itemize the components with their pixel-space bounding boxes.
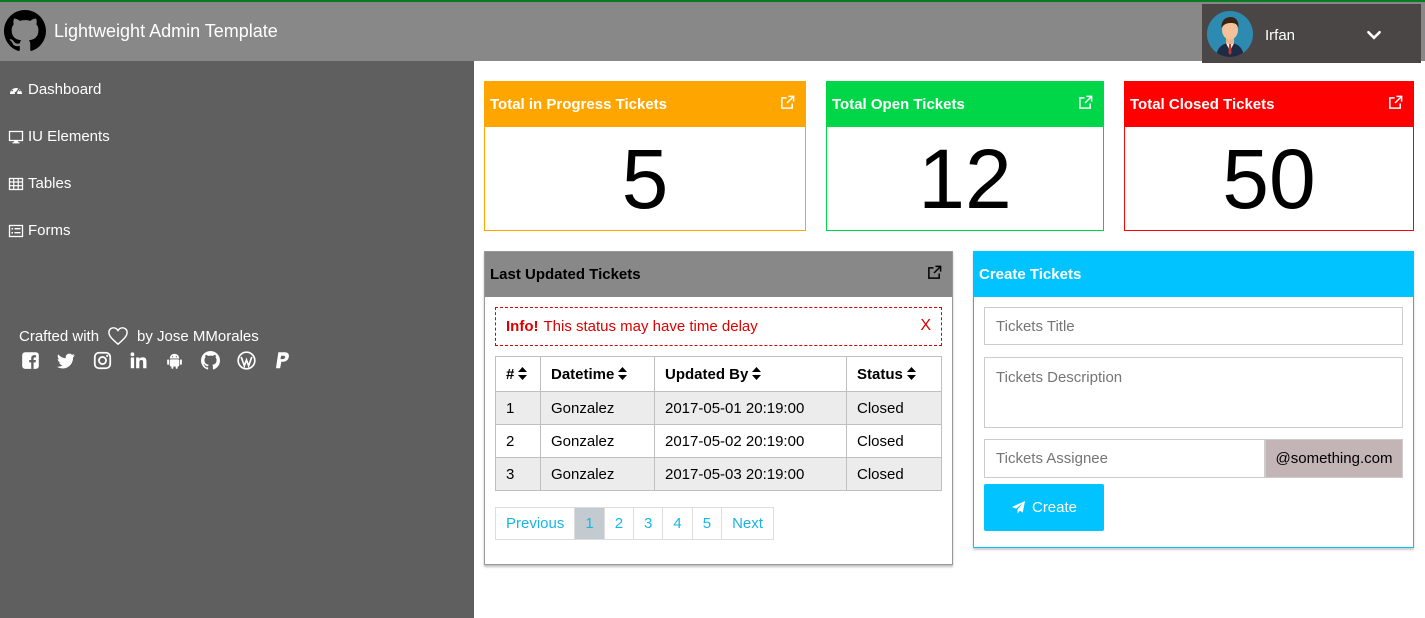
external-link-icon[interactable] bbox=[927, 265, 942, 280]
stat-card-open: Total Open Tickets 12 bbox=[826, 81, 1104, 231]
sidebar-item-dashboard[interactable]: Dashboard bbox=[8, 81, 101, 98]
chevron-down-icon[interactable] bbox=[1365, 26, 1383, 44]
sidebar-item-label: Tables bbox=[28, 175, 72, 192]
top-header: Lightweight Admin Template Irfan bbox=[0, 2, 1425, 63]
column-header-status[interactable]: Status bbox=[846, 356, 942, 392]
table-cell: Gonzalez bbox=[540, 457, 655, 491]
social-links bbox=[21, 350, 309, 370]
user-name[interactable]: Irfan bbox=[1265, 27, 1295, 44]
ticket-title-input[interactable] bbox=[984, 307, 1403, 345]
external-link-icon[interactable] bbox=[780, 95, 795, 110]
create-button[interactable]: Create bbox=[984, 484, 1104, 531]
ticket-description-input[interactable] bbox=[984, 357, 1403, 428]
sort-icon[interactable] bbox=[752, 366, 762, 380]
facebook-icon[interactable] bbox=[21, 350, 57, 370]
column-header-updated-by[interactable]: Updated By bbox=[654, 356, 847, 392]
stat-card-value: 50 bbox=[1222, 132, 1316, 226]
page-button-1[interactable]: 1 bbox=[574, 507, 605, 540]
column-header-number[interactable]: # bbox=[495, 356, 541, 392]
github-icon[interactable] bbox=[201, 350, 237, 370]
email-domain-addon: @something.com bbox=[1265, 439, 1403, 478]
sort-icon[interactable] bbox=[906, 366, 916, 380]
pagination: Previous 1 2 3 4 5 Next bbox=[495, 507, 774, 540]
stat-card-value: 12 bbox=[918, 132, 1012, 226]
stat-card-title: Total Closed Tickets bbox=[1130, 96, 1275, 113]
dashboard-icon bbox=[10, 86, 22, 94]
page-button-4[interactable]: 4 bbox=[662, 507, 693, 540]
table-cell: Gonzalez bbox=[540, 391, 655, 425]
sidebar-item-tables[interactable]: Tables bbox=[8, 175, 71, 192]
stat-card-in-progress: Total in Progress Tickets 5 bbox=[484, 81, 806, 231]
create-button-label: Create bbox=[1031, 499, 1078, 516]
info-text: This status may have time delay bbox=[543, 318, 758, 335]
panel-header: Create Tickets bbox=[974, 252, 1413, 297]
table-cell: 2 bbox=[495, 424, 541, 458]
stat-card-header: Total Open Tickets bbox=[827, 82, 1103, 127]
table-cell: 1 bbox=[495, 391, 541, 425]
table-cell: 3 bbox=[495, 457, 541, 491]
list-icon bbox=[8, 224, 24, 237]
create-tickets-panel: Create Tickets @something.com Create bbox=[973, 251, 1414, 548]
page-button-2[interactable]: 2 bbox=[603, 507, 635, 540]
sidebar-item-label: Forms bbox=[28, 222, 71, 239]
panel-title: Create Tickets bbox=[979, 266, 1082, 283]
table-cell: Gonzalez bbox=[540, 424, 655, 458]
instagram-icon[interactable] bbox=[93, 350, 129, 370]
table-row[interactable]: 1 Gonzalez 2017-05-01 20:19:00 Closed bbox=[495, 391, 942, 425]
stat-card-title: Total Open Tickets bbox=[832, 96, 965, 113]
user-menu[interactable]: Irfan bbox=[1202, 4, 1421, 63]
column-header-datetime[interactable]: Datetime bbox=[540, 356, 655, 392]
panel-header: Last Updated Tickets bbox=[485, 252, 952, 297]
info-alert: Info! This status may have time delay X bbox=[495, 307, 942, 346]
sidebar: Dashboard IU Elements Tables Forms Craft… bbox=[0, 61, 474, 618]
stat-card-header: Total in Progress Tickets bbox=[485, 82, 805, 127]
stat-card-closed: Total Closed Tickets 50 bbox=[1124, 81, 1414, 231]
sidebar-item-label: IU Elements bbox=[28, 128, 110, 145]
table-cell: Closed bbox=[846, 391, 942, 425]
last-updated-panel: Last Updated Tickets Info! This status m… bbox=[484, 251, 953, 565]
table-row[interactable]: 3 Gonzalez 2017-05-03 20:19:00 Closed bbox=[495, 457, 942, 491]
avatar[interactable] bbox=[1207, 11, 1253, 57]
sidebar-item-forms[interactable]: Forms bbox=[8, 222, 71, 239]
table-cell: Closed bbox=[846, 424, 942, 458]
external-link-icon[interactable] bbox=[1078, 95, 1093, 110]
stat-card-title: Total in Progress Tickets bbox=[490, 96, 668, 113]
sidebar-item-label: Dashboard bbox=[28, 81, 102, 98]
credits-prefix: Crafted with bbox=[19, 327, 100, 345]
credits: Crafted with by Jose MMorales bbox=[19, 326, 259, 346]
paypal-icon[interactable] bbox=[273, 350, 309, 370]
table-row[interactable]: 2 Gonzalez 2017-05-02 20:19:00 Closed bbox=[495, 424, 942, 458]
wordpress-icon[interactable] bbox=[237, 350, 273, 370]
sidebar-item-iu-elements[interactable]: IU Elements bbox=[8, 128, 110, 145]
ticket-assignee-input[interactable] bbox=[984, 439, 1265, 478]
tickets-table: # Datetime Updated By Status 1 Gonzalez … bbox=[495, 356, 942, 491]
app-title[interactable]: Lightweight Admin Template bbox=[54, 21, 278, 42]
external-link-icon[interactable] bbox=[1388, 95, 1403, 110]
android-icon[interactable] bbox=[165, 350, 201, 370]
close-alert-button[interactable]: X bbox=[920, 317, 931, 335]
previous-page-button[interactable]: Previous bbox=[495, 507, 576, 540]
send-icon bbox=[1011, 500, 1026, 514]
desktop-icon bbox=[8, 130, 24, 143]
table-cell: 2017-05-02 20:19:00 bbox=[654, 424, 847, 458]
twitter-icon[interactable] bbox=[57, 350, 93, 370]
page-button-3[interactable]: 3 bbox=[633, 507, 664, 540]
table-cell: 2017-05-01 20:19:00 bbox=[654, 391, 847, 425]
table-cell: 2017-05-03 20:19:00 bbox=[654, 457, 847, 491]
sort-icon[interactable] bbox=[518, 366, 528, 380]
table-icon bbox=[8, 177, 24, 190]
sort-icon[interactable] bbox=[618, 366, 628, 380]
stat-card-header: Total Closed Tickets bbox=[1125, 82, 1413, 127]
stat-card-value: 5 bbox=[621, 132, 669, 226]
heart-icon bbox=[108, 327, 128, 346]
table-cell: Closed bbox=[846, 457, 942, 491]
next-page-button[interactable]: Next bbox=[721, 507, 774, 540]
credits-suffix: by Jose MMorales bbox=[137, 327, 259, 345]
panel-title: Last Updated Tickets bbox=[490, 266, 641, 283]
linkedin-icon[interactable] bbox=[129, 350, 165, 370]
info-label: Info! bbox=[506, 318, 539, 335]
page-button-5[interactable]: 5 bbox=[691, 507, 723, 540]
github-icon[interactable] bbox=[4, 10, 46, 52]
